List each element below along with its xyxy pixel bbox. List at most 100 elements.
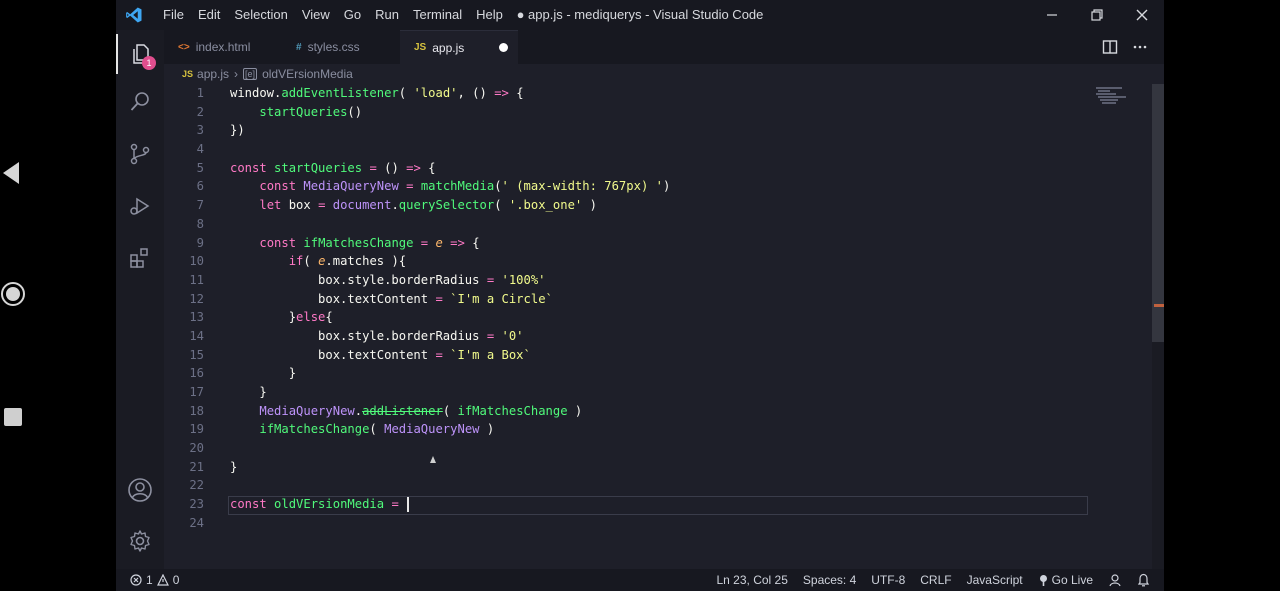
menu-run[interactable]: Run	[368, 0, 406, 30]
code-token: ifMatchesChange	[303, 235, 414, 250]
menu-terminal[interactable]: Terminal	[406, 0, 469, 30]
line-number: 20	[189, 441, 204, 456]
js-file-icon: JS	[414, 42, 427, 53]
tab-app-js[interactable]: JS app.js	[400, 30, 518, 64]
minimap[interactable]	[1092, 84, 1152, 114]
go-live-button[interactable]: Go Live	[1038, 573, 1093, 587]
minimize-button[interactable]	[1029, 0, 1074, 30]
recent-apps-icon[interactable]	[4, 408, 22, 426]
end-of-line[interactable]: CRLF	[920, 573, 951, 587]
line-number: 2	[196, 104, 204, 119]
explorer-button[interactable]: 1	[116, 34, 166, 74]
code-line: 7 let box = document.querySelector( '.bo…	[164, 196, 1094, 215]
code-editor[interactable]: 1 window.addEventListener( 'load', () => …	[164, 84, 1164, 569]
line-number: 8	[196, 216, 204, 231]
code-token: }	[230, 385, 267, 399]
line-number: 24	[189, 515, 204, 530]
code-token: =	[435, 347, 443, 362]
breadcrumb-file[interactable]: app.js	[197, 67, 229, 81]
line-number: 22	[189, 478, 204, 493]
code-token: (	[494, 198, 509, 213]
code-line: 2 startQueries()	[164, 103, 1094, 122]
menu-help[interactable]: Help	[469, 0, 510, 30]
code-token: ()	[347, 104, 363, 119]
code-line: 16 }	[164, 364, 1094, 383]
code-token: `I'm a Box`	[450, 347, 531, 362]
gear-icon	[130, 530, 150, 552]
css-file-icon: #	[296, 41, 302, 53]
menu-view[interactable]: View	[295, 0, 337, 30]
js-file-icon: JS	[182, 69, 194, 79]
source-control-button[interactable]	[116, 134, 164, 174]
code-line: 9 const ifMatchesChange = e => {	[164, 234, 1094, 253]
line-number: 17	[189, 385, 204, 399]
language-mode[interactable]: JavaScript	[967, 573, 1023, 587]
back-icon[interactable]	[3, 162, 19, 184]
problems-indicator[interactable]: 1 0	[130, 569, 179, 591]
editor-actions	[1102, 30, 1148, 64]
restore-button[interactable]	[1074, 0, 1119, 30]
window-controls	[1029, 0, 1164, 30]
run-debug-button[interactable]	[116, 186, 164, 226]
menu-go[interactable]: Go	[337, 0, 368, 30]
close-button[interactable]	[1119, 0, 1164, 30]
manage-button[interactable]	[116, 521, 164, 561]
bell-icon[interactable]	[1137, 573, 1150, 587]
warning-icon	[156, 574, 169, 586]
line-number: 18	[189, 403, 204, 418]
code-token: .	[391, 198, 399, 213]
code-token: {	[464, 235, 480, 250]
menu-selection[interactable]: Selection	[227, 0, 294, 30]
split-editor-icon[interactable]	[1102, 39, 1118, 55]
code-token: MediaQueryNew	[303, 179, 399, 194]
code-line: 5 const startQueries = () => {	[164, 159, 1094, 178]
menu-file[interactable]: File	[156, 0, 191, 30]
tab-index-html[interactable]: <> index.html	[164, 30, 282, 64]
code-token: }	[230, 310, 297, 325]
code-line: 8	[164, 215, 1094, 234]
line-number: 10	[189, 254, 204, 269]
feedback-icon[interactable]	[1108, 573, 1122, 587]
search-button[interactable]	[116, 82, 164, 122]
code-token: '.box_one'	[508, 198, 583, 213]
tab-styles-css[interactable]: # styles.css	[282, 30, 400, 64]
unsaved-dot-icon[interactable]	[499, 43, 508, 52]
activity-bar: 1	[116, 30, 164, 569]
code-token: (	[303, 254, 319, 269]
vertical-scrollbar[interactable]	[1152, 84, 1164, 569]
go-live-label: Go Live	[1051, 573, 1093, 587]
code-line: 18 MediaQueryNew.addListener( ifMatchesC…	[164, 402, 1094, 421]
home-icon[interactable]	[1, 282, 25, 306]
code-token: oldVErsionMedia	[274, 497, 385, 512]
code-token: (	[442, 403, 458, 418]
extensions-button[interactable]	[116, 238, 164, 278]
line-number: 13	[189, 310, 204, 325]
code-line: 3})	[164, 121, 1094, 140]
line-number: 11	[189, 272, 204, 287]
cursor-position[interactable]: Ln 23, Col 25	[717, 573, 788, 587]
more-actions-icon[interactable]	[1132, 39, 1148, 55]
code-token: addEventListener	[281, 86, 399, 100]
account-icon	[128, 478, 152, 502]
encoding[interactable]: UTF-8	[871, 573, 905, 587]
code-token: , ()	[457, 86, 495, 100]
line-number: 14	[189, 328, 204, 343]
menu-edit[interactable]: Edit	[191, 0, 227, 30]
code-line: 19 ifMatchesChange( MediaQueryNew )	[164, 420, 1094, 439]
code-token: window.	[230, 86, 282, 100]
code-token: box.textContent	[230, 291, 436, 306]
extensions-icon	[130, 248, 148, 268]
indentation[interactable]: Spaces: 4	[803, 573, 856, 587]
vscode-window: File Edit Selection View Go Run Terminal…	[116, 0, 1164, 591]
code-line: 17 }	[164, 383, 1094, 402]
breadcrumb-symbol[interactable]: oldVErsionMedia	[262, 67, 353, 81]
mouse-pointer-icon	[430, 456, 436, 463]
accounts-button[interactable]	[116, 470, 164, 510]
